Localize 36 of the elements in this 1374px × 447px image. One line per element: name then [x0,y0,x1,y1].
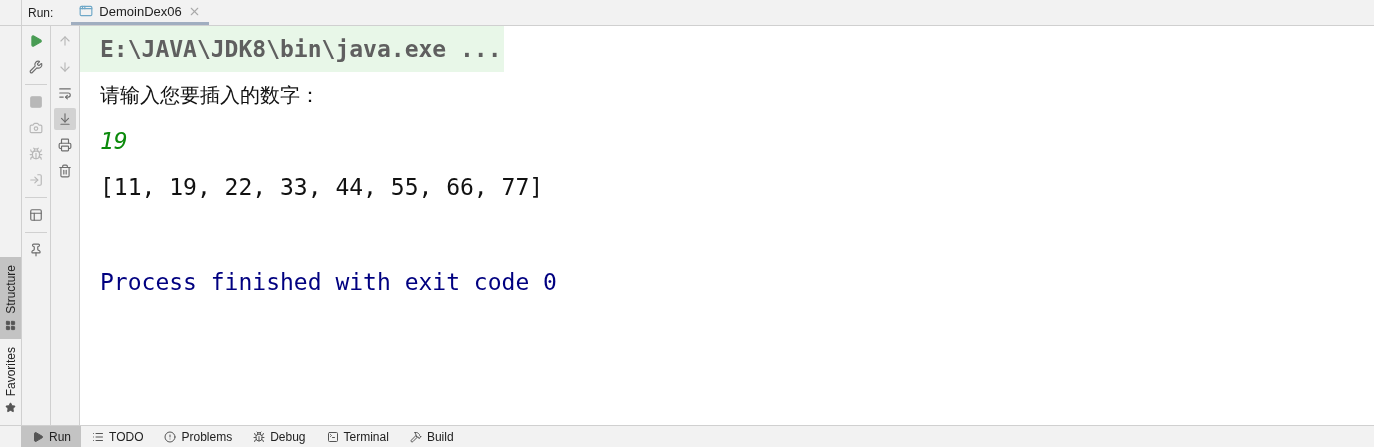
scroll-to-end-icon [58,112,72,126]
tool-window-tab[interactable]: Debug [242,426,316,447]
tool-window-tab[interactable]: Build [398,426,464,447]
tool-window-tab[interactable]: TODO [81,426,154,447]
login-icon [29,173,43,187]
list-icon [92,430,104,443]
terminal-icon [326,430,339,443]
side-tab[interactable]: Favorites [0,338,21,421]
alert-icon [164,430,177,443]
structure-icon [5,319,16,331]
window-icon [79,4,94,18]
tool-window-tab[interactable]: Problems [153,426,243,447]
toolbar-button[interactable] [54,108,76,130]
wrap-text-icon [58,86,72,100]
bug-icon [29,147,43,161]
bug-icon [253,430,266,443]
hammer-icon [409,430,422,443]
star-icon [5,402,16,413]
camera-icon [29,121,43,135]
printer-icon [58,138,72,152]
trash-icon [58,164,72,178]
run-label: Run: [28,5,54,20]
wrench-icon [29,60,43,74]
tool-window-tab[interactable]: Run [21,426,81,447]
play-icon [32,430,44,443]
run-icon [29,34,43,48]
console-line: 19 [99,127,129,156]
stop-icon [29,95,43,109]
console-line: [11, 19, 22, 33, 44, 55, 66, 77] [99,173,545,202]
layout-icon [29,208,43,222]
console-line: 请输入您要插入的数字： [99,81,321,109]
side-tab[interactable]: Structure [0,256,21,339]
tool-window-tab[interactable]: Terminal [315,426,399,447]
pin-icon [29,243,43,257]
down-arrow-icon [58,60,72,74]
console-line: Process finished with exit code 0 [99,268,558,297]
